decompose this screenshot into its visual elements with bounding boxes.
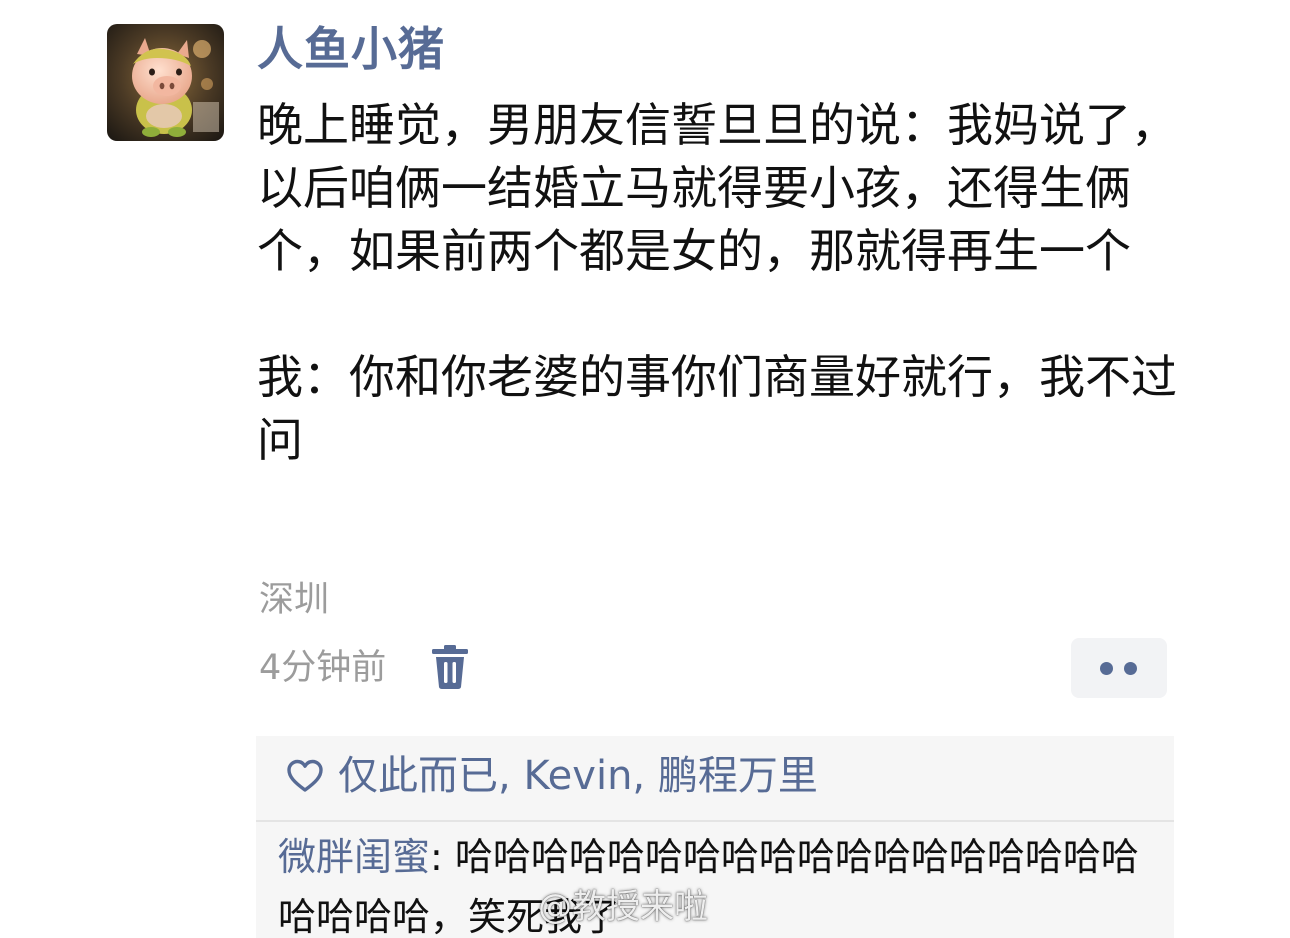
pig-avatar-icon[interactable] (107, 24, 224, 141)
like-name[interactable]: Kevin (523, 753, 632, 799)
comment-item[interactable]: 微胖闺蜜: 哈哈哈哈哈哈哈哈哈哈哈哈哈哈哈哈哈哈哈哈哈哈，笑死我了 (278, 827, 1158, 938)
heart-outline-icon (287, 759, 323, 792)
comment-colon: : (430, 835, 455, 879)
likes-names: 仅此而已, Kevin, 鹏程万里 (338, 746, 818, 806)
moments-post: 人鱼小猪 晚上睡觉，男朋友信誓旦旦的说：我妈说了，以后咱俩一结婚立马就得要小孩，… (0, 0, 1290, 938)
trash-icon (432, 645, 468, 689)
post-author-name[interactable]: 人鱼小猪 (257, 16, 445, 82)
likes-comments-panel: 仅此而已, Kevin, 鹏程万里 微胖闺蜜: 哈哈哈哈哈哈哈哈哈哈哈哈哈哈哈哈… (256, 736, 1174, 938)
like-name[interactable]: 仅此而已 (338, 753, 498, 799)
post-paragraph: 晚上睡觉，男朋友信誓旦旦的说：我妈说了，以后咱俩一结婚立马就得要小孩，还得生俩个… (257, 98, 1177, 278)
post-paragraph: 我：你和你老婆的事你们商量好就行，我不过问 (257, 350, 1177, 467)
more-dots-icon (1100, 662, 1113, 675)
post-location[interactable]: 深圳 (259, 574, 329, 626)
comment-author[interactable]: 微胖闺蜜 (278, 835, 430, 879)
post-body: 晚上睡觉，男朋友信誓旦旦的说：我妈说了，以后咱俩一结婚立马就得要小孩，还得生俩个… (257, 94, 1187, 472)
more-dots-icon (1124, 662, 1137, 675)
post-time: 4分钟前 (259, 648, 387, 688)
delete-button[interactable] (428, 643, 472, 691)
like-separator: , (498, 753, 524, 799)
like-separator: , (632, 753, 658, 799)
divider (256, 820, 1174, 822)
like-name[interactable]: 鹏程万里 (658, 753, 818, 799)
likes-row: 仅此而已, Kevin, 鹏程万里 (256, 736, 1174, 820)
more-actions-button[interactable] (1071, 638, 1167, 698)
watermark: @教授来啦 (538, 887, 708, 927)
